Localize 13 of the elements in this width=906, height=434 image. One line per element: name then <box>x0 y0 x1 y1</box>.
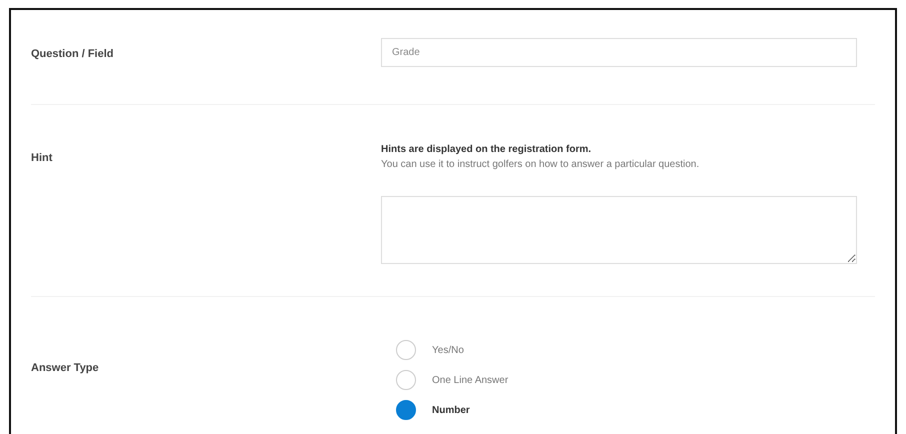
option-label[interactable]: Yes/No <box>432 342 464 358</box>
field-label: Answer Type <box>31 361 100 376</box>
radio-button[interactable] <box>396 340 416 360</box>
hint-textarea[interactable] <box>381 196 857 264</box>
hint-title: Hints are displayed on the registration form. <box>381 143 592 157</box>
radio-button[interactable] <box>396 370 416 390</box>
field-label: Question / Field <box>31 47 115 62</box>
option-label[interactable]: One Line Answer <box>432 372 508 388</box>
radio-button[interactable] <box>396 400 416 420</box>
field-label: Hint <box>31 151 54 166</box>
option-label[interactable]: Number <box>432 402 470 418</box>
input-field[interactable]: Grade <box>381 38 857 67</box>
hint-description: You can use it to instruct golfers on how to answer a particular question. <box>381 158 700 172</box>
